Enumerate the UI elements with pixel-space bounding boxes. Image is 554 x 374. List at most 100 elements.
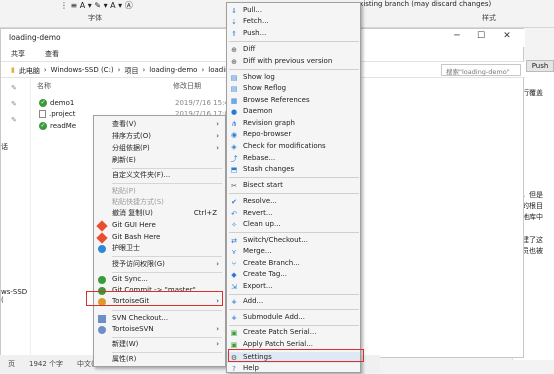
breadcrumb-item[interactable]: loading-demo bbox=[149, 66, 197, 76]
push-button[interactable]: Push bbox=[526, 60, 554, 72]
menu-item-new[interactable]: 新建(W) › bbox=[94, 339, 225, 350]
chevron-right-icon: › bbox=[117, 66, 121, 74]
menu-item-stash[interactable]: ⬒ Stash changes bbox=[227, 164, 360, 175]
divider bbox=[112, 168, 222, 169]
close-icon[interactable]: ✕ bbox=[497, 31, 517, 43]
menu-item-revert[interactable]: ↶ Revert... bbox=[227, 208, 360, 219]
menu-item-daemon[interactable]: ● Daemon bbox=[227, 106, 360, 117]
breadcrumb: ▮ 此电脑 › Windows-SSD (C:) › 项目 › loading-dem… bbox=[11, 66, 241, 76]
file-row[interactable]: ✓ readMe bbox=[39, 120, 76, 131]
menu-item-create-patch[interactable]: ▣ Create Patch Serial... bbox=[227, 327, 360, 338]
shortcut-label: Ctrl+Z bbox=[193, 209, 217, 217]
minimize-icon[interactable]: ─ bbox=[447, 31, 467, 43]
diff-previous-icon: ⊕ bbox=[231, 58, 237, 66]
divider bbox=[229, 232, 359, 233]
menu-item-eye-guard[interactable]: 护眼卫士 bbox=[94, 243, 225, 254]
nav-item[interactable]: 话 bbox=[1, 142, 8, 152]
menu-item-svn-checkout[interactable]: SVN Checkout... bbox=[94, 313, 225, 324]
menu-item-tortoisesvn[interactable]: TortoiseSVN › bbox=[94, 324, 225, 335]
submodule-icon: + bbox=[231, 314, 237, 322]
search-input[interactable]: 搜索"loading-demo" bbox=[441, 64, 521, 76]
git-sync-icon bbox=[98, 276, 106, 284]
menu-item-show-log[interactable]: ▤ Show log bbox=[227, 72, 360, 83]
menu-item-customize[interactable]: 自定义文件夹(F)... bbox=[94, 170, 225, 181]
divider bbox=[229, 41, 359, 42]
menu-item-repo-browser[interactable]: ◉ Repo-browser bbox=[227, 129, 360, 140]
chevron-right-icon: › bbox=[142, 66, 146, 74]
pull-icon: ⇓ bbox=[231, 7, 237, 15]
export-icon: ⇲ bbox=[231, 283, 237, 291]
menu-item-git-gui[interactable]: Git GUI Here bbox=[94, 220, 225, 232]
menu-item-view[interactable]: 查看(V) › bbox=[94, 119, 225, 130]
git-ok-file-icon: ✓ bbox=[39, 121, 47, 130]
cleanup-icon: ✧ bbox=[231, 221, 237, 229]
chevron-right-icon: › bbox=[216, 144, 219, 152]
file-row[interactable]: ✓ demo1 2019/7/16 15:48 bbox=[39, 97, 233, 108]
file-row[interactable]: .project 2019/7/16 17:05 bbox=[39, 108, 233, 119]
patch-icon: ▣ bbox=[230, 329, 238, 337]
menu-item-create-branch[interactable]: ⑂ Create Branch... bbox=[227, 258, 360, 269]
help-icon: ? bbox=[232, 365, 236, 373]
menu-item-diff[interactable]: ⊕ Diff bbox=[227, 44, 360, 55]
menu-item-submodule-add[interactable]: + Submodule Add... bbox=[227, 312, 360, 323]
menu-item-push[interactable]: ⇑ Push... bbox=[227, 28, 360, 39]
menu-item-bisect[interactable]: ✂ Bisect start bbox=[227, 180, 360, 191]
git-ok-folder-icon: ✓ bbox=[39, 98, 47, 107]
daemon-icon: ● bbox=[230, 108, 238, 116]
highlight-box bbox=[86, 291, 223, 306]
menu-item-show-reflog[interactable]: ▤ Show Reflog bbox=[227, 83, 360, 94]
divider bbox=[229, 177, 359, 178]
menu-item-refresh[interactable]: 刷新(E) bbox=[94, 155, 225, 166]
column-date-header[interactable]: 修改日期 bbox=[173, 81, 201, 91]
add-icon: + bbox=[231, 298, 237, 306]
menu-item-diff-previous[interactable]: ⊕ Diff with previous version bbox=[227, 56, 360, 67]
menu-item-group[interactable]: 分组依据(P) › bbox=[94, 143, 225, 154]
word-toolbar[interactable]: ⋮ ≡ A ▾ ✎ ▾ A ▾ Ⓐ bbox=[60, 0, 180, 10]
status-word-count: 1942 个字 bbox=[29, 360, 64, 368]
menu-item-sort[interactable]: 排序方式(O) › bbox=[94, 131, 225, 142]
divider bbox=[229, 69, 359, 70]
log-icon: ▤ bbox=[230, 74, 238, 82]
menu-item-resolve[interactable]: ✔ Resolve... bbox=[227, 196, 360, 207]
menu-item-check-modifications[interactable]: ◈ Check for modifications bbox=[227, 141, 360, 152]
column-name-header[interactable]: 名称 bbox=[37, 81, 51, 91]
menu-item-paste-shortcut[interactable]: 粘贴快捷方式(S) bbox=[94, 197, 225, 208]
maximize-icon[interactable]: ☐ bbox=[471, 31, 491, 43]
menu-item-fetch[interactable]: ⇣ Fetch... bbox=[227, 16, 360, 27]
revert-icon: ↶ bbox=[231, 210, 237, 218]
pin-icon: ✎ bbox=[11, 100, 17, 108]
menu-item-revision-graph[interactable]: ⋔ Revision graph bbox=[227, 118, 360, 129]
fetch-icon: ⇣ bbox=[231, 18, 237, 26]
menu-item-switch-checkout[interactable]: ⇄ Switch/Checkout... bbox=[227, 235, 360, 246]
menu-item-undo-copy[interactable]: 撤消 复制(U) Ctrl+Z bbox=[94, 208, 225, 219]
breadcrumb-item[interactable]: 此电脑 bbox=[19, 66, 40, 76]
file-name: .project bbox=[49, 109, 76, 118]
menu-item-git-sync[interactable]: Git Sync... bbox=[94, 274, 225, 285]
menu-item-rebase[interactable]: ⤴ Rebase... bbox=[227, 153, 360, 164]
file-date: 2019/7/16 15:48 bbox=[175, 98, 234, 107]
tab-share[interactable]: 共享 bbox=[1, 47, 35, 61]
menu-item-paste[interactable]: 粘贴(P) bbox=[94, 186, 225, 197]
menu-item-help[interactable]: ? Help bbox=[227, 363, 360, 374]
menu-item-export[interactable]: ⇲ Export... bbox=[227, 281, 360, 292]
menu-item-grant-access[interactable]: 授予访问权限(G) › bbox=[94, 259, 225, 270]
nav-item[interactable]: ws-SSD ( bbox=[1, 288, 30, 304]
menu-item-browse-references[interactable]: ▦ Browse References bbox=[227, 95, 360, 106]
tag-icon: ◆ bbox=[231, 271, 237, 279]
menu-item-cleanup[interactable]: ✧ Clean up... bbox=[227, 219, 360, 230]
divider bbox=[112, 337, 222, 338]
breadcrumb-item[interactable]: 项目 bbox=[124, 66, 138, 76]
menu-item-merge[interactable]: ⋎ Merge... bbox=[227, 246, 360, 257]
menu-item-properties[interactable]: 属性(R) bbox=[94, 354, 225, 365]
chevron-right-icon: › bbox=[216, 325, 219, 333]
menu-item-add[interactable]: + Add... bbox=[227, 296, 360, 307]
merge-icon: ⋎ bbox=[231, 248, 237, 256]
check-modifications-icon: ◈ bbox=[231, 143, 237, 151]
git-gui-icon bbox=[96, 220, 108, 232]
breadcrumb-item[interactable]: Windows-SSD (C:) bbox=[51, 66, 114, 76]
menu-item-create-tag[interactable]: ◆ Create Tag... bbox=[227, 269, 360, 280]
menu-item-pull[interactable]: ⇓ Pull... bbox=[227, 5, 360, 16]
menu-item-git-bash[interactable]: Git Bash Here bbox=[94, 232, 225, 244]
divider bbox=[112, 352, 222, 353]
tab-view[interactable]: 查看 bbox=[35, 47, 69, 61]
